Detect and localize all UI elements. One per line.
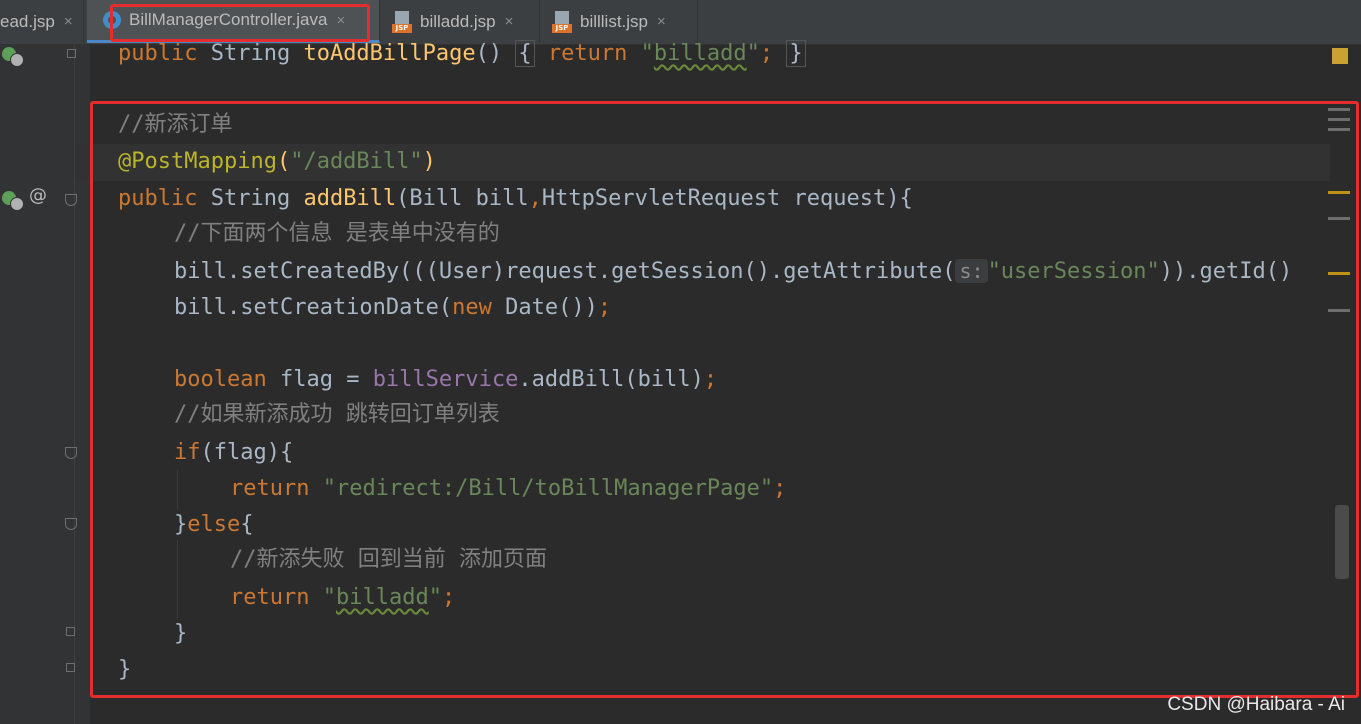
web-request-icon: [10, 53, 24, 67]
watermark: CSDN @Haibara - Ai: [1167, 694, 1345, 715]
jsp-file-icon: JSP: [552, 10, 572, 33]
close-icon[interactable]: ×: [64, 13, 73, 30]
fold-else-icon[interactable]: [65, 518, 77, 530]
fold-method-icon[interactable]: [65, 194, 77, 206]
tab-ead-jsp[interactable]: ead.jsp ×: [0, 0, 84, 43]
fold-end-icon[interactable]: [66, 663, 75, 672]
fold-collapse-icon[interactable]: [67, 49, 76, 58]
highlight-box-tab: [110, 4, 370, 42]
tab-label: billadd.jsp: [420, 11, 496, 31]
annotation-at-icon[interactable]: @: [29, 185, 47, 206]
close-icon[interactable]: ×: [505, 13, 514, 30]
tab-label: billlist.jsp: [580, 11, 649, 31]
close-icon[interactable]: ×: [657, 13, 666, 30]
fold-if-icon[interactable]: [65, 447, 77, 459]
jsp-file-icon: JSP: [392, 10, 412, 33]
highlight-box-code: [90, 101, 1359, 698]
tab-label: ead.jsp: [0, 11, 55, 31]
web-request-icon: [10, 197, 24, 211]
warning-indicator-icon[interactable]: [1332, 48, 1348, 64]
fold-end-icon[interactable]: [66, 627, 75, 636]
